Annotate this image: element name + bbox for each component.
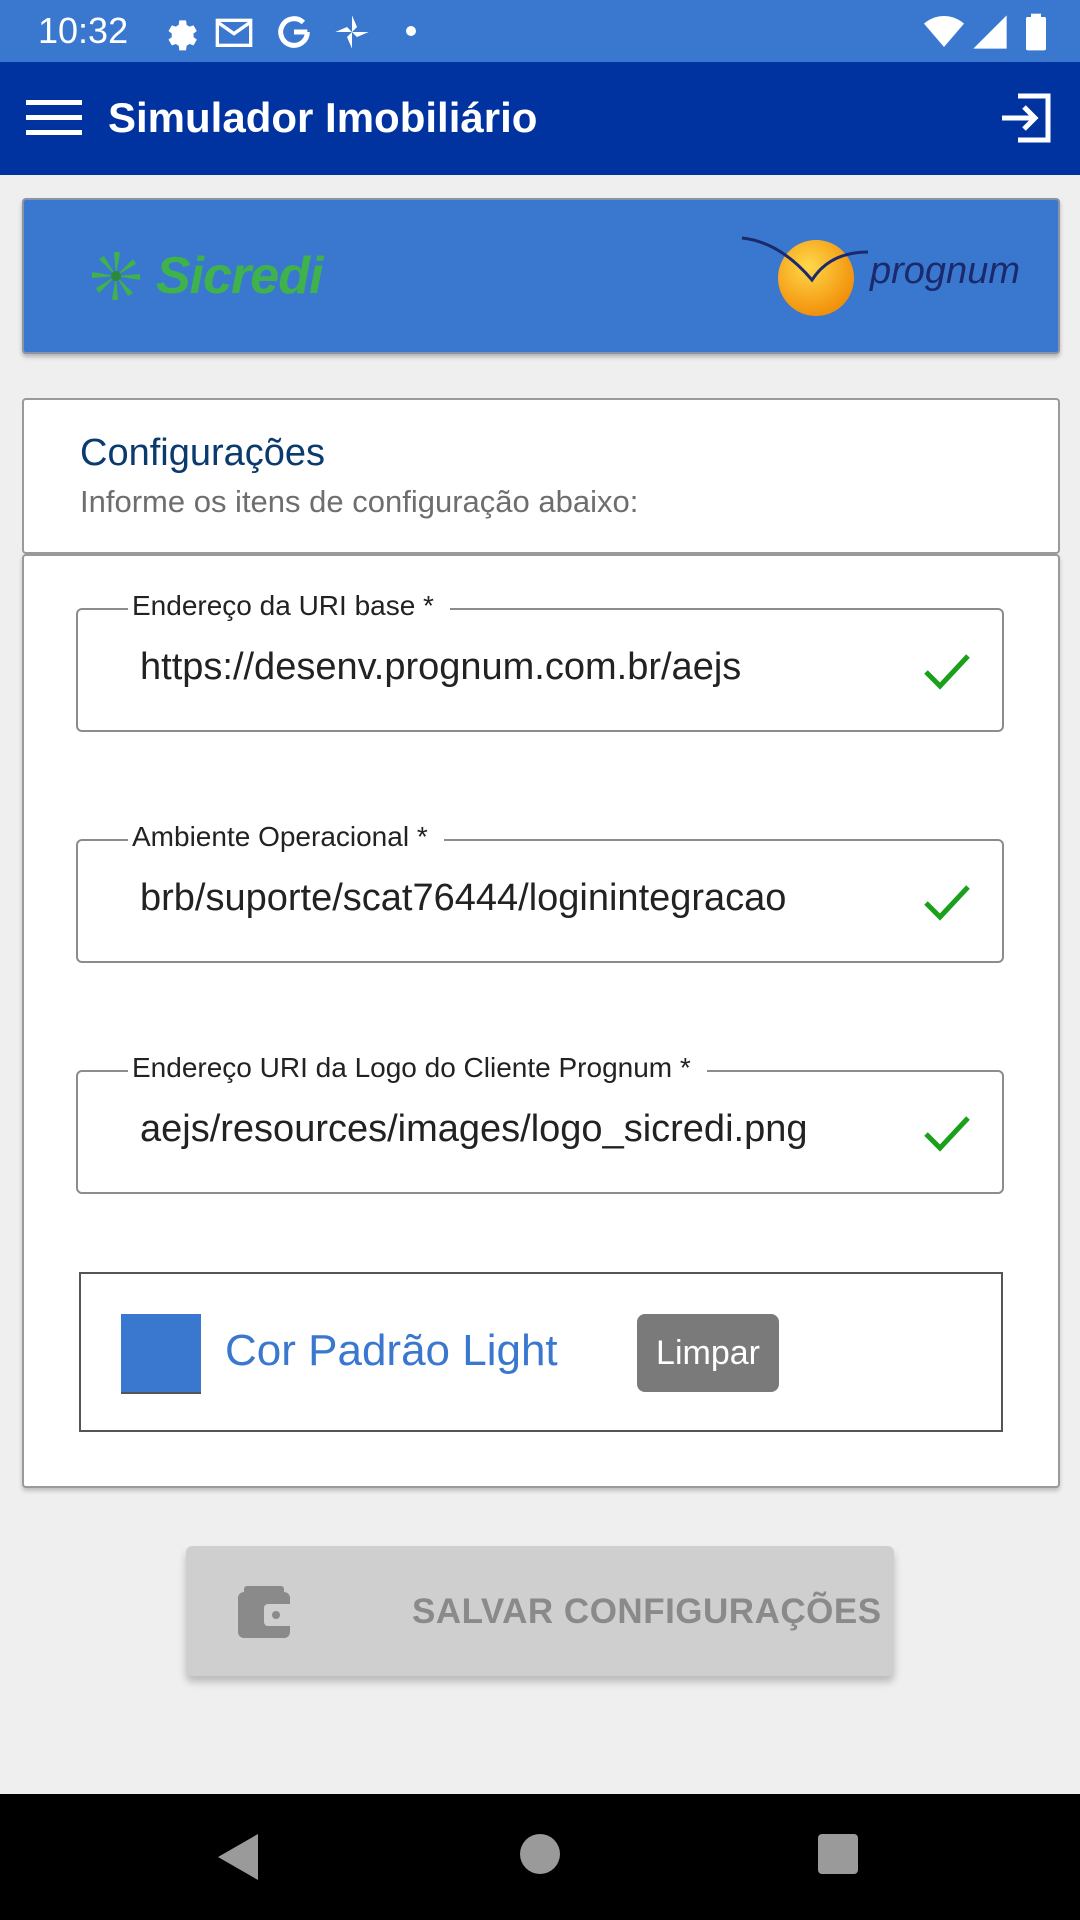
clear-button[interactable]: Limpar	[637, 1314, 779, 1392]
prognum-logo: prognum	[740, 230, 1040, 320]
gmail-icon	[215, 18, 253, 47]
color-picker: Cor Padrão Light Limpar	[79, 1272, 1003, 1432]
base-uri-input[interactable]: https://desenv.prognum.com.br/aejs	[140, 646, 880, 689]
client-banner: Sicredi prognum	[22, 198, 1060, 354]
save-button-label: SALVAR CONFIGURAÇÕES	[412, 1592, 882, 1631]
color-swatch[interactable]	[121, 1314, 201, 1394]
status-time: 10:32	[38, 10, 129, 51]
wifi-icon	[924, 16, 964, 47]
sicredi-flower-icon	[92, 252, 140, 300]
logo-uri-input[interactable]: aejs/resources/images/logo_sicredi.png	[140, 1108, 880, 1151]
environment-field[interactable]: Ambiente Operacional * brb/suporte/scat7…	[76, 821, 1004, 963]
save-settings-button[interactable]: SALVAR CONFIGURAÇÕES	[186, 1546, 894, 1676]
check-icon	[924, 885, 970, 921]
logo-uri-field[interactable]: Endereço URI da Logo do Cliente Prognum …	[76, 1052, 1004, 1194]
system-nav-bar	[0, 1794, 1080, 1920]
sicredi-logo-text: Sicredi	[156, 247, 323, 305]
wallet-icon	[238, 1586, 294, 1638]
app-title: Simulador Imobiliário	[108, 94, 538, 141]
config-header: Configurações Informe os itens de config…	[22, 398, 1060, 554]
config-title: Configurações	[80, 432, 326, 474]
config-subtitle: Informe os itens de configuração abaixo:	[80, 484, 639, 519]
exit-icon[interactable]	[998, 90, 1054, 146]
check-icon	[924, 1116, 970, 1152]
back-icon[interactable]	[216, 1832, 260, 1882]
logo-uri-label: Endereço URI da Logo do Cliente Prognum …	[128, 1052, 707, 1084]
check-icon	[924, 654, 970, 690]
menu-icon[interactable]	[26, 98, 82, 138]
notification-dot-icon	[406, 26, 416, 36]
pinwheel-icon	[335, 15, 369, 49]
app-bar: Simulador Imobiliário	[0, 62, 1080, 175]
config-form: Endereço da URI base * https://desenv.pr…	[22, 554, 1060, 1488]
environment-input[interactable]: brb/suporte/scat76444/loginintegracao	[140, 877, 880, 920]
prognum-sun-icon	[741, 236, 869, 316]
color-label: Cor Padrão Light	[225, 1326, 558, 1375]
signal-icon	[973, 15, 1007, 49]
recents-icon[interactable]	[818, 1834, 858, 1874]
home-icon[interactable]	[520, 1834, 560, 1874]
battery-icon	[1026, 13, 1046, 51]
prognum-logo-text: prognum	[870, 250, 1020, 292]
google-icon	[278, 16, 310, 48]
status-bar: 10:32	[0, 0, 1080, 62]
environment-label: Ambiente Operacional *	[128, 821, 444, 853]
sicredi-logo: Sicredi	[88, 244, 323, 308]
base-uri-field[interactable]: Endereço da URI base * https://desenv.pr…	[76, 590, 1004, 732]
settings-icon	[168, 20, 197, 51]
base-uri-label: Endereço da URI base *	[128, 590, 450, 622]
